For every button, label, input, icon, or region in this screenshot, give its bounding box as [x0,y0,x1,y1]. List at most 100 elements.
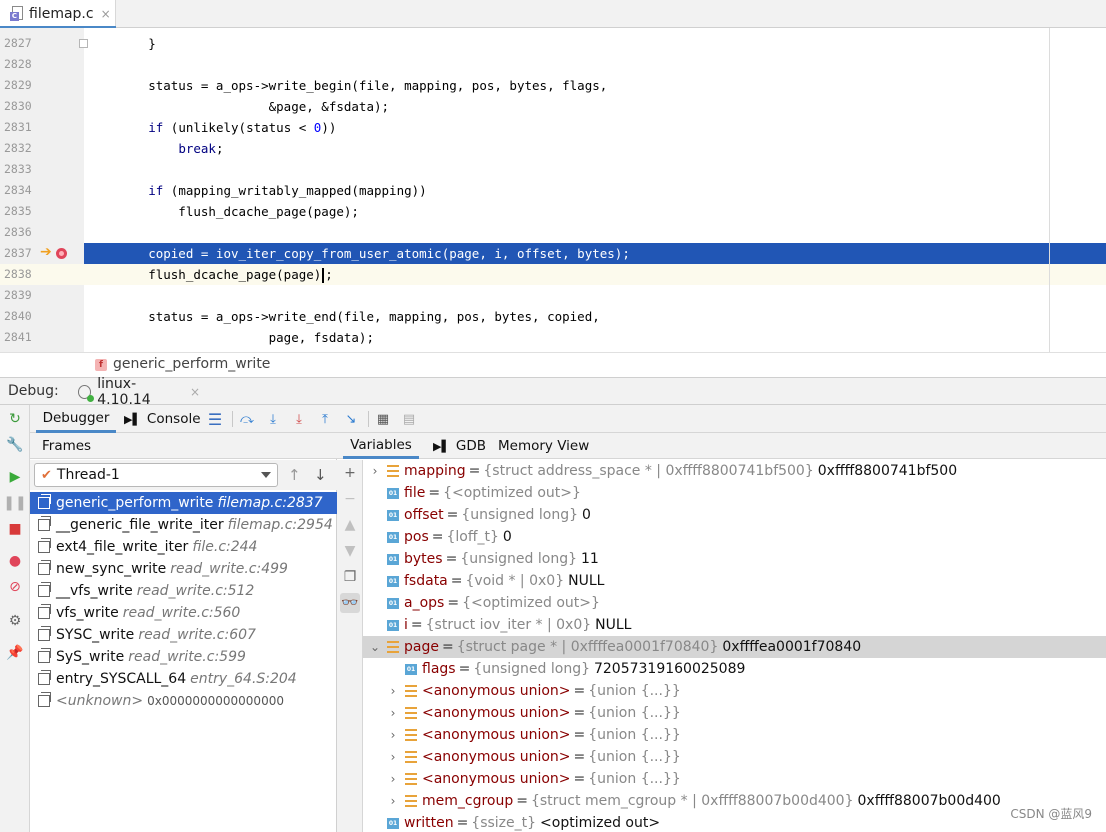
close-icon[interactable]: × [190,385,200,399]
gutter-row[interactable]: 2827 [0,33,88,54]
expand-chevron-icon[interactable]: › [387,772,399,786]
resume-icon[interactable]: ▶ [5,467,25,487]
code-line[interactable]: &page, &fsdata); [84,96,1106,117]
wrench-icon[interactable]: 🔧 [5,435,25,455]
next-frame-icon[interactable]: ↓ [314,466,327,484]
variable-row[interactable]: › <anonymous union> = {union {...}} [363,768,1106,790]
variable-row[interactable]: 01 written = {ssize_t} <optimized out> [363,812,1106,832]
gutter-row[interactable]: 2829 [0,75,84,96]
gutter-row[interactable]: 2830 [0,96,84,117]
variable-row[interactable]: › <anonymous union> = {union {...}} [363,746,1106,768]
variable-row[interactable]: 01 i = {struct iov_iter * | 0x0} NULL [363,614,1106,636]
variable-row[interactable]: 01 a_ops = {<optimized out>} [363,592,1106,614]
editor-tab-filemap[interactable]: C filemap.c × [0,0,116,29]
breadcrumb-function[interactable]: generic_perform_write [113,356,270,372]
show-watches-glasses-icon[interactable]: 👓 [340,593,360,613]
step-over-icon[interactable]: ⤓ [264,410,282,428]
variable-row[interactable]: 01 file = {<optimized out>} [363,482,1106,504]
variable-row[interactable]: 01 offset = {unsigned long} 0 [363,504,1106,526]
code-line[interactable]: status = a_ops->write_end(file, mapping,… [84,306,1106,327]
view-breakpoints-icon[interactable]: ● [5,551,25,571]
variable-row[interactable]: 01 flags = {unsigned long} 72057319160025089 [363,658,1106,680]
settings-gear-icon[interactable]: ⚙ [5,611,25,631]
code-line[interactable]: flush_dcache_page(page); [84,264,1106,285]
frame-item[interactable]: SYSC_write read_write.c:607 [30,624,337,646]
variable-row[interactable]: › mapping = {struct address_space * | 0xfff… [363,460,1106,482]
frame-item[interactable]: new_sync_write read_write.c:499 [30,558,337,580]
variable-row[interactable]: 01 bytes = {unsigned long} 11 [363,548,1106,570]
code-area[interactable]: } status = a_ops->write_begin(file, mapp… [84,28,1106,352]
frame-item[interactable]: __vfs_write read_write.c:512 [30,580,337,602]
gutter-row[interactable]: 2838 [0,264,84,285]
variable-row[interactable]: › <anonymous union> = {union {...}} [363,724,1106,746]
gutter-row[interactable]: 2840 [0,306,84,327]
expand-chevron-icon[interactable]: › [369,464,381,478]
frame-item[interactable]: generic_perform_write filemap.c:2837 [30,492,337,514]
remove-watch-icon[interactable]: − [340,489,360,509]
tab-variables[interactable]: Variables [343,433,419,459]
gutter-row[interactable]: 2834 [0,180,84,201]
frame-item[interactable]: SyS_write read_write.c:599 [30,646,337,668]
frame-item[interactable]: <unknown> 0x0000000000000000 [30,690,337,712]
expand-chevron-icon[interactable]: › [387,794,399,808]
previous-frame-icon[interactable]: ↑ [288,466,301,484]
code-line[interactable] [84,54,1106,75]
layout-icon[interactable]: ▤ [400,410,418,428]
menu-icon[interactable]: ☰ [206,410,224,429]
variable-row[interactable]: 01 fsdata = {void * | 0x0} NULL [363,570,1106,592]
code-line[interactable] [84,222,1106,243]
expand-chevron-icon[interactable]: › [387,706,399,720]
code-line[interactable]: if (mapping_writably_mapped(mapping)) [84,180,1106,201]
code-line[interactable]: page, fsdata); [84,327,1106,348]
expand-chevron-icon[interactable]: › [387,750,399,764]
rerun-icon[interactable]: ↻ [5,409,25,429]
code-line[interactable] [84,159,1106,180]
move-down-icon[interactable]: ▼ [340,541,360,561]
expand-chevron-icon[interactable]: › [387,728,399,742]
run-to-cursor-icon[interactable]: ↘ [342,410,360,428]
gutter-row[interactable]: 2841 [0,327,84,348]
collapse-chevron-icon[interactable]: ⌄ [369,640,381,654]
variable-row[interactable]: › mem_cgroup = {struct mem_cgroup * | 0xfff… [363,790,1106,812]
frame-item[interactable]: __generic_file_write_iter filemap.c:2954 [30,514,337,536]
stop-icon[interactable]: ■ [5,519,25,539]
tab-debugger[interactable]: Debugger [36,405,116,433]
code-line[interactable]: } [84,33,1106,54]
frame-item[interactable]: vfs_write read_write.c:560 [30,602,337,624]
breakpoint-icon[interactable] [56,248,67,259]
step-out-icon[interactable]: ⤒ [316,410,334,428]
debug-session-tab[interactable]: linux-4.10.14 × [72,376,200,408]
evaluate-expression-icon[interactable]: ▦ [374,410,392,428]
code-line[interactable]: status = a_ops->write_begin(file, mappin… [84,75,1106,96]
gutter-row[interactable]: 2837 ➔ [0,243,84,264]
variable-row[interactable]: ⌄ page = {struct page * | 0xffffea0001f7084… [363,636,1106,658]
variable-row[interactable]: › <anonymous union> = {union {...}} [363,702,1106,724]
gutter-row[interactable]: 2839 [0,285,84,306]
frame-item[interactable]: entry_SYSCALL_64 entry_64.S:204 [30,668,337,690]
code-line[interactable]: break; [84,138,1106,159]
tab-gdb[interactable]: ▶▌ GDB [433,433,486,459]
thread-dropdown[interactable]: ✔ Thread-1 [34,463,278,487]
expand-chevron-icon[interactable]: › [387,684,399,698]
tab-memory-view[interactable]: Memory View [498,433,589,459]
gutter-row[interactable]: 2831 [0,117,84,138]
mute-breakpoints-icon[interactable]: ⊘ [5,577,25,597]
pin-icon[interactable]: 📌 [5,643,25,663]
gutter-row[interactable]: 2832 [0,138,84,159]
code-editor[interactable]: 2827 2828 2829 2830 2831 2832 2833 2834 2835 2836… [0,28,1106,352]
add-watch-icon[interactable]: + [340,463,360,483]
close-icon[interactable]: × [101,7,111,21]
tab-console[interactable]: ▶▌ Console [124,405,201,433]
gutter-row[interactable]: 2833 [0,159,84,180]
code-line[interactable] [84,285,1106,306]
gutter-row[interactable]: 2828 [0,54,84,75]
step-into-icon[interactable]: ⤓ [290,410,308,428]
line-number-gutter[interactable]: 2827 2828 2829 2830 2831 2832 2833 2834 2835 2836… [0,28,88,352]
gutter-row[interactable]: 2836 [0,222,84,243]
variable-row[interactable]: 01 pos = {loff_t} 0 [363,526,1106,548]
code-line[interactable]: flush_dcache_page(page); [84,201,1106,222]
move-up-icon[interactable]: ▲ [340,515,360,535]
code-line[interactable]: copied = iov_iter_copy_from_user_atomic(… [84,243,1106,264]
code-line[interactable]: if (unlikely(status < 0)) [84,117,1106,138]
frame-item[interactable]: ext4_file_write_iter file.c:244 [30,536,337,558]
